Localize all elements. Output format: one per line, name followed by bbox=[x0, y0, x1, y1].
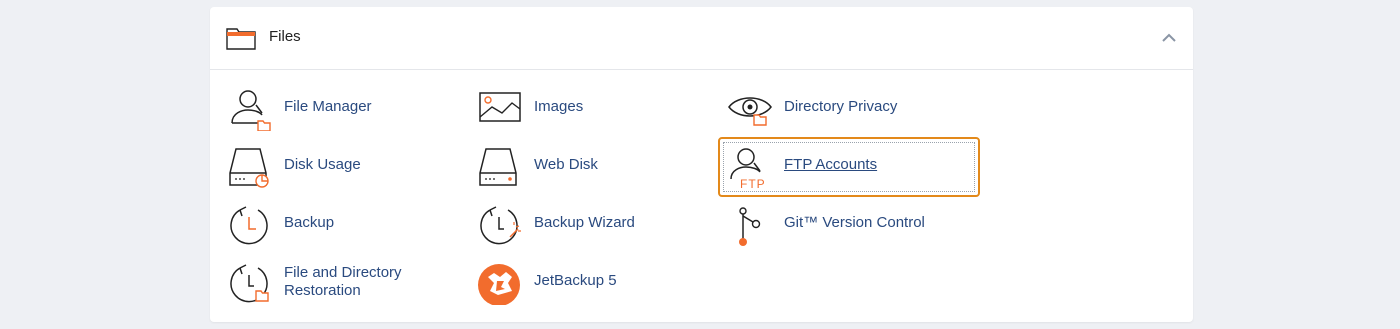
backup-link[interactable]: Backup bbox=[228, 199, 438, 249]
item-label: FTP Accounts bbox=[784, 156, 878, 173]
images-link[interactable]: Images bbox=[478, 83, 688, 133]
directory-privacy-icon bbox=[728, 97, 772, 126]
backup-icon bbox=[230, 206, 268, 245]
backup-wizard-icon bbox=[480, 206, 521, 245]
file-manager-icon bbox=[231, 90, 271, 131]
item-label: JetBackup 5 bbox=[534, 272, 617, 289]
item-label: Images bbox=[534, 98, 584, 115]
item-label: Backup Wizard bbox=[534, 214, 635, 231]
folder-icon bbox=[226, 28, 256, 50]
item-label: Directory Privacy bbox=[784, 98, 898, 115]
directory-privacy-link[interactable]: Directory Privacy bbox=[728, 83, 948, 133]
panel-header[interactable]: Files bbox=[210, 7, 1193, 70]
images-icon bbox=[479, 92, 521, 122]
file-restoration-icon bbox=[230, 264, 269, 303]
disk-usage-link[interactable]: Disk Usage bbox=[228, 141, 438, 191]
git-version-control-link[interactable]: Git™ Version Control bbox=[728, 199, 958, 249]
section-title: Files bbox=[269, 28, 301, 45]
ftp-accounts-link[interactable]: FTP FTP Accounts bbox=[728, 141, 968, 191]
git-icon bbox=[739, 207, 761, 246]
item-label: Disk Usage bbox=[284, 156, 361, 173]
files-panel: Files File Manager Images Directory Priv… bbox=[210, 7, 1193, 322]
item-label: File and Directory Restoration bbox=[284, 264, 402, 299]
jetbackup-icon bbox=[478, 264, 520, 305]
item-label: File Manager bbox=[284, 98, 372, 115]
item-label: Git™ Version Control bbox=[784, 214, 925, 231]
web-disk-icon bbox=[479, 148, 517, 186]
item-label: Web Disk bbox=[534, 156, 598, 173]
file-restoration-link[interactable]: File and Directory Restoration bbox=[228, 257, 438, 307]
jetbackup-link[interactable]: JetBackup 5 bbox=[478, 257, 688, 307]
web-disk-link[interactable]: Web Disk bbox=[478, 141, 688, 191]
item-label: Backup bbox=[284, 214, 335, 231]
svg-text:FTP: FTP bbox=[740, 177, 766, 189]
disk-usage-icon bbox=[229, 148, 269, 188]
chevron-up-icon[interactable] bbox=[1159, 28, 1179, 48]
ftp-accounts-icon: FTP bbox=[730, 148, 766, 189]
file-manager-link[interactable]: File Manager bbox=[228, 83, 438, 133]
backup-wizard-link[interactable]: Backup Wizard bbox=[478, 199, 688, 249]
